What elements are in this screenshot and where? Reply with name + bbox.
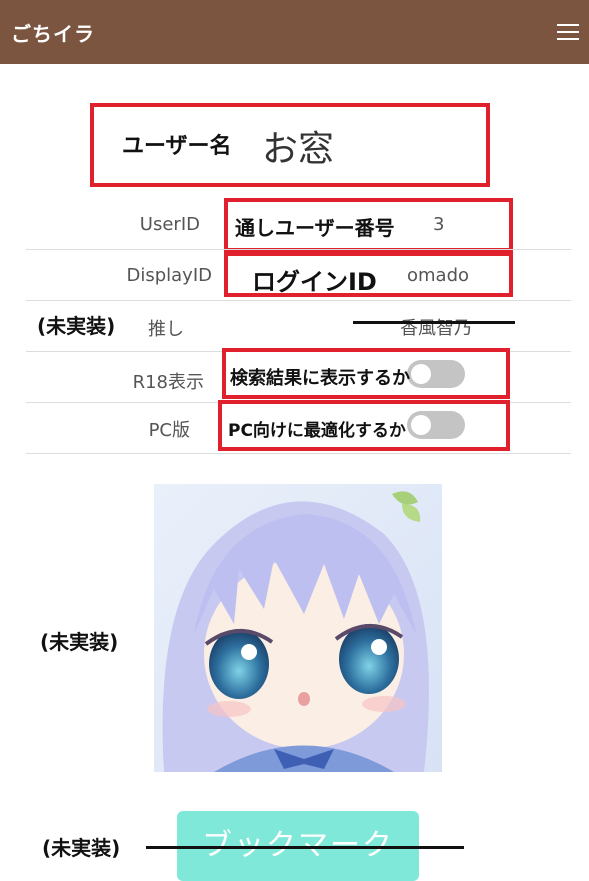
displayid-label: DisplayID	[126, 265, 212, 286]
pc-annotation: PC向けに最適化するか	[228, 421, 406, 441]
r18-label: R18表示	[132, 372, 204, 393]
strikethrough-line	[146, 846, 464, 849]
app-title[interactable]: ごちイラ	[11, 18, 95, 47]
row-divider	[26, 453, 571, 454]
displayid-value: omado	[407, 265, 470, 286]
displayid-annotation: ログインID	[252, 268, 377, 296]
avatar-annotation: (未実装)	[40, 630, 119, 654]
avatar	[154, 484, 442, 772]
row-divider	[26, 249, 571, 250]
bookmark-annotation: (未実装)	[42, 836, 121, 860]
strikethrough-line	[353, 321, 515, 324]
oshi-annotation: (未実装)	[37, 314, 116, 338]
app-header: ごちイラ	[0, 0, 589, 64]
pc-toggle[interactable]	[407, 411, 465, 439]
pc-label: PC版	[148, 420, 190, 441]
r18-annotation: 検索結果に表示するか	[230, 368, 410, 389]
row-divider	[26, 300, 571, 301]
hamburger-menu-icon[interactable]	[557, 24, 579, 40]
oshi-label: 推し	[148, 319, 184, 340]
userid-value: 3	[433, 214, 445, 235]
r18-toggle[interactable]	[407, 360, 465, 388]
oshi-value: 香風智乃	[400, 318, 472, 339]
userid-label: UserID	[139, 214, 200, 235]
username-annotation: ユーザー名	[122, 134, 232, 159]
userid-annotation: 通しユーザー番号	[235, 216, 395, 240]
username: お窓	[262, 129, 335, 170]
